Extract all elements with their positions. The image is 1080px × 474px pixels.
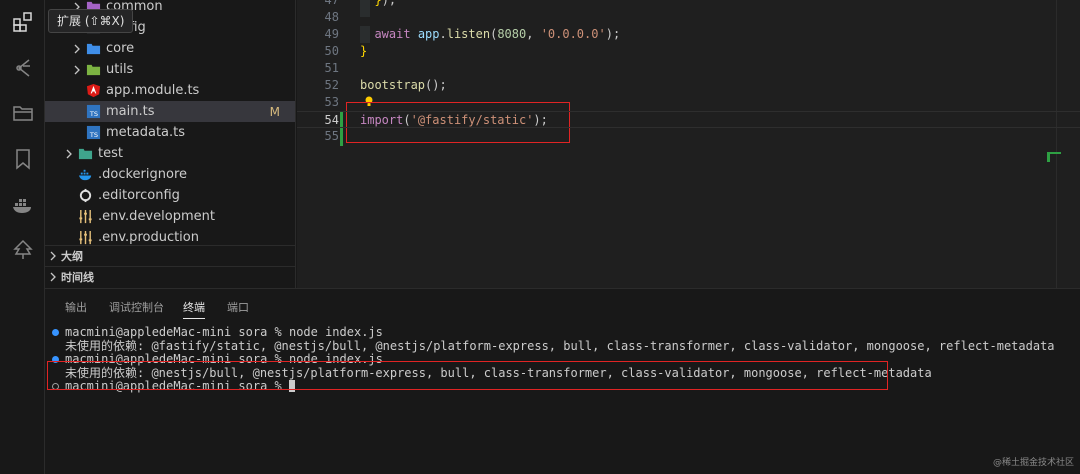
- code-text: await app.listen(8080, '0.0.0.0');: [374, 27, 621, 41]
- explorer-panel: 大纲 时间线 commonconfigcoreutilsapp.module.t…: [45, 0, 296, 288]
- timeline-section[interactable]: 时间线: [45, 266, 295, 287]
- tree-item-label: main.ts: [106, 104, 155, 119]
- chevron-right-icon: [69, 41, 85, 57]
- code-text: });: [374, 0, 397, 7]
- line-number: 52: [324, 78, 339, 92]
- tree-item-label: metadata.ts: [106, 125, 186, 140]
- tree-item-label: .env.production: [98, 230, 199, 245]
- code-line[interactable]: 48: [297, 9, 1080, 26]
- tree-item-label: test: [98, 146, 123, 161]
- tree-item-core[interactable]: core: [45, 38, 295, 59]
- tree-item-editorconfig[interactable]: .editorconfig: [45, 185, 295, 206]
- chevron-right-icon: [45, 269, 61, 285]
- ts-file-icon: TS: [85, 104, 101, 120]
- svg-text:TS: TS: [88, 131, 97, 139]
- extensions-icon[interactable]: [10, 9, 36, 35]
- code-text: bootstrap();: [360, 78, 447, 92]
- code-text: }: [360, 44, 368, 58]
- tree-item-env-production[interactable]: .env.production: [45, 227, 295, 248]
- line-number: 47: [324, 0, 339, 7]
- code-line[interactable]: 50}: [297, 43, 1080, 60]
- folder-utils-icon: [85, 62, 101, 78]
- line-number: 51: [324, 61, 339, 75]
- git-modified-badge: M: [269, 104, 280, 119]
- terminal-line: macmini@appledeMac-mini sora % node inde…: [65, 325, 383, 339]
- tree-item-metadata-ts[interactable]: TS metadata.ts: [45, 122, 295, 143]
- editorconfig-icon: [77, 188, 93, 204]
- docker-icon[interactable]: [10, 192, 36, 218]
- tab-output[interactable]: 输出: [65, 299, 87, 319]
- terminal-highlight-box: [47, 361, 888, 390]
- timeline-section-label: 时间线: [61, 271, 94, 284]
- env-file-icon: [77, 209, 93, 225]
- ts-file-icon: TS: [85, 125, 101, 141]
- bottom-panel: 输出 调试控制台 终端 端口 macmini@appledeMac-mini s…: [45, 288, 1080, 474]
- tree-icon[interactable]: [10, 237, 36, 263]
- chevron-right-icon: [45, 248, 61, 264]
- svg-text:TS: TS: [88, 110, 97, 118]
- line-number: 50: [324, 44, 339, 58]
- folder-core-icon: [85, 41, 101, 57]
- tree-item-label: .env.development: [98, 209, 215, 224]
- tab-debug-console[interactable]: 调试控制台: [109, 299, 164, 319]
- line-number: 53: [324, 95, 339, 109]
- bookmark-icon[interactable]: [10, 146, 36, 172]
- folder-test-icon: [77, 146, 93, 162]
- tree-item-env-development[interactable]: .env.development: [45, 206, 295, 227]
- outline-section[interactable]: 大纲: [45, 245, 295, 266]
- source-control-icon[interactable]: [10, 55, 36, 81]
- explorer-icon[interactable]: [10, 100, 36, 126]
- code-line[interactable]: 53: [297, 94, 1080, 111]
- minimap-change-marker: [1047, 152, 1061, 162]
- line-number: 54: [324, 113, 339, 127]
- code-line[interactable]: 49 await app.listen(8080, '0.0.0.0');: [297, 26, 1080, 43]
- tree-item-label: core: [106, 41, 135, 56]
- code-editor[interactable]: 47 }); 48 49 await app.listen(8080, '0.0.0…: [297, 0, 1080, 288]
- tab-ports[interactable]: 端口: [227, 299, 249, 319]
- tree-item-test[interactable]: test: [45, 143, 295, 164]
- env-file-icon: [77, 230, 93, 246]
- tree-item-label: utils: [106, 62, 134, 77]
- code-line[interactable]: 55: [297, 128, 1080, 145]
- outline-section-label: 大纲: [61, 250, 83, 263]
- tree-item-utils[interactable]: utils: [45, 59, 295, 80]
- docker-file-icon: [77, 167, 93, 183]
- tree-item-label: .editorconfig: [98, 188, 180, 203]
- line-number: 55: [324, 129, 339, 143]
- tab-terminal[interactable]: 终端: [183, 299, 205, 319]
- command-success-dot: [52, 329, 59, 336]
- chevron-right-icon: [69, 62, 85, 78]
- tree-item-dockerignore[interactable]: .dockerignore: [45, 164, 295, 185]
- terminal-line: 未使用的依赖: @fastify/static, @nestjs/bull, @…: [65, 339, 1055, 353]
- line-number: 48: [324, 10, 339, 24]
- code-line[interactable]: 54 import('@fastify/static');: [297, 111, 1080, 128]
- tree-item-label: app.module.ts: [106, 83, 200, 98]
- activity-bar: [0, 0, 45, 474]
- chevron-right-icon: [61, 146, 77, 162]
- watermark: @稀土掘金技术社区: [992, 458, 1074, 468]
- code-line[interactable]: 47 });: [297, 0, 1080, 9]
- code-text: import('@fastify/static');: [360, 113, 548, 127]
- angular-icon: [85, 83, 101, 99]
- tree-item-app-module-ts[interactable]: app.module.ts: [45, 80, 295, 101]
- extensions-tooltip: 扩展 (⇧⌘X): [48, 9, 134, 33]
- code-line[interactable]: 52 bootstrap();: [297, 77, 1080, 94]
- tree-item-main-ts[interactable]: TS main.ts M: [45, 101, 295, 122]
- tree-item-label: .dockerignore: [98, 167, 188, 182]
- line-number: 49: [324, 27, 339, 41]
- code-line[interactable]: 51: [297, 60, 1080, 77]
